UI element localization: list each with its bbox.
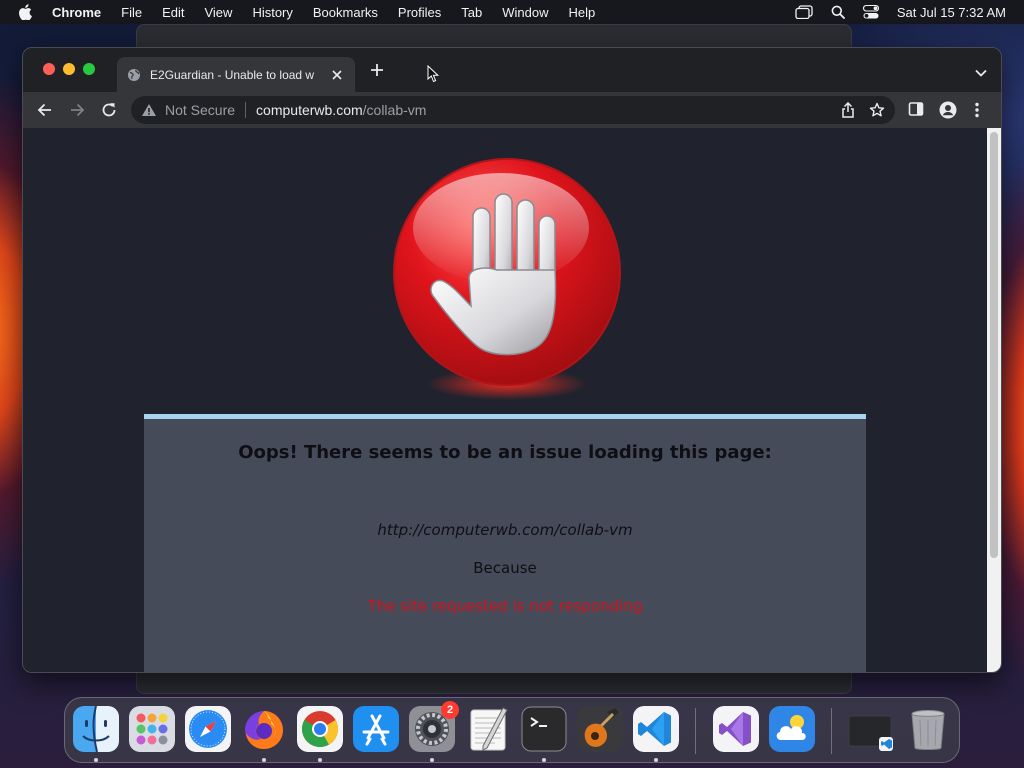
side-panel-icon[interactable] [908, 101, 924, 122]
safari-icon[interactable] [185, 706, 231, 752]
app-store-icon[interactable] [353, 706, 399, 752]
vscode-running-indicator [654, 758, 658, 762]
profile-avatar-icon[interactable] [939, 101, 957, 124]
tab-e2guardian[interactable]: E2Guardian - Unable to load w [117, 57, 355, 92]
minimized-window-thumbnail[interactable] [847, 706, 893, 752]
back-arrow-icon[interactable] [36, 101, 54, 119]
menu-edit[interactable]: Edit [162, 5, 184, 20]
firefox-running-indicator [262, 758, 266, 762]
spotlight-search-icon[interactable] [831, 5, 845, 19]
garageband-guitar-icon[interactable] [577, 706, 623, 752]
forward-arrow-icon[interactable] [68, 101, 86, 119]
menu-bar: Chrome File Edit View History Bookmarks … [0, 0, 1024, 24]
tab-search-chevron-down-icon[interactable] [975, 64, 987, 82]
menu-help[interactable]: Help [569, 5, 596, 20]
globe-icon [127, 68, 141, 82]
chrome-running-indicator [318, 758, 322, 762]
dock-separator-2 [831, 708, 832, 754]
textedit-icon[interactable] [465, 706, 511, 752]
tab-title: E2Guardian - Unable to load w [150, 67, 315, 82]
menu-app-name[interactable]: Chrome [52, 5, 101, 20]
url-host: computerwb.com [256, 102, 363, 118]
error-heading: Oops! There seems to be an issue loading… [238, 442, 772, 463]
zoom-window-button[interactable] [83, 63, 95, 75]
firefox-icon[interactable] [241, 706, 287, 752]
menu-view[interactable]: View [204, 5, 232, 20]
page-content: Oops! There seems to be an issue loading… [23, 128, 1001, 672]
new-tab-button[interactable] [368, 62, 386, 80]
tab-strip: E2Guardian - Unable to load w [23, 48, 1001, 92]
blocked-url: http://computerwb.com/collab-vm [377, 521, 633, 539]
browser-toolbar: Not Secure computerwb.com/collab-vm [23, 92, 1001, 128]
terminal-icon[interactable] [521, 706, 567, 752]
share-icon[interactable] [841, 101, 855, 121]
dock-separator [695, 708, 696, 754]
terminal-running-indicator [542, 758, 546, 762]
browser-window: E2Guardian - Unable to load w Not Secure… [22, 47, 1002, 673]
stop-hand-icon [389, 158, 625, 408]
reload-icon[interactable] [100, 101, 118, 119]
stage-manager-icon[interactable] [795, 5, 813, 19]
bookmark-star-icon[interactable] [869, 102, 885, 121]
more-menu-icon[interactable] [974, 101, 980, 124]
mouse-cursor-icon [427, 64, 440, 88]
apple-menu-icon[interactable] [18, 4, 36, 20]
error-reason: The site requested is not responding [367, 597, 643, 615]
visual-studio-code-icon[interactable] [633, 706, 679, 752]
visual-studio-icon[interactable] [713, 706, 759, 752]
menu-history[interactable]: History [252, 5, 292, 20]
close-window-button[interactable] [43, 63, 55, 75]
weather-cloud-icon[interactable] [769, 706, 815, 752]
dock: 2 [64, 697, 960, 763]
trash-icon[interactable] [905, 706, 951, 752]
settings-running-indicator [430, 758, 434, 762]
settings-notification-badge: 2 [441, 701, 459, 719]
finder-running-indicator [94, 758, 98, 762]
page-scrollbar[interactable] [987, 128, 1001, 672]
warning-triangle-icon[interactable] [141, 103, 157, 117]
address-bar[interactable]: Not Secure computerwb.com/collab-vm [131, 96, 895, 124]
menu-window[interactable]: Window [502, 5, 548, 20]
menu-profiles[interactable]: Profiles [398, 5, 441, 20]
control-center-icon[interactable] [862, 5, 879, 19]
omnibox-divider [245, 102, 247, 118]
menu-bookmarks[interactable]: Bookmarks [313, 5, 378, 20]
close-tab-icon[interactable] [329, 67, 345, 83]
menu-tab[interactable]: Tab [461, 5, 482, 20]
launchpad-icon[interactable] [129, 706, 175, 752]
error-panel: Oops! There seems to be an issue loading… [144, 414, 866, 672]
scrollbar-thumb[interactable] [990, 132, 998, 558]
window-controls [43, 63, 95, 75]
url-path: /collab-vm [362, 102, 427, 118]
not-secure-label[interactable]: Not Secure [165, 102, 235, 118]
because-label: Because [473, 559, 537, 577]
menubar-clock[interactable]: Sat Jul 15 7:32 AM [897, 5, 1006, 20]
menu-file[interactable]: File [121, 5, 142, 20]
minimize-window-button[interactable] [63, 63, 75, 75]
finder-icon[interactable] [73, 706, 119, 752]
google-chrome-icon[interactable] [297, 706, 343, 752]
